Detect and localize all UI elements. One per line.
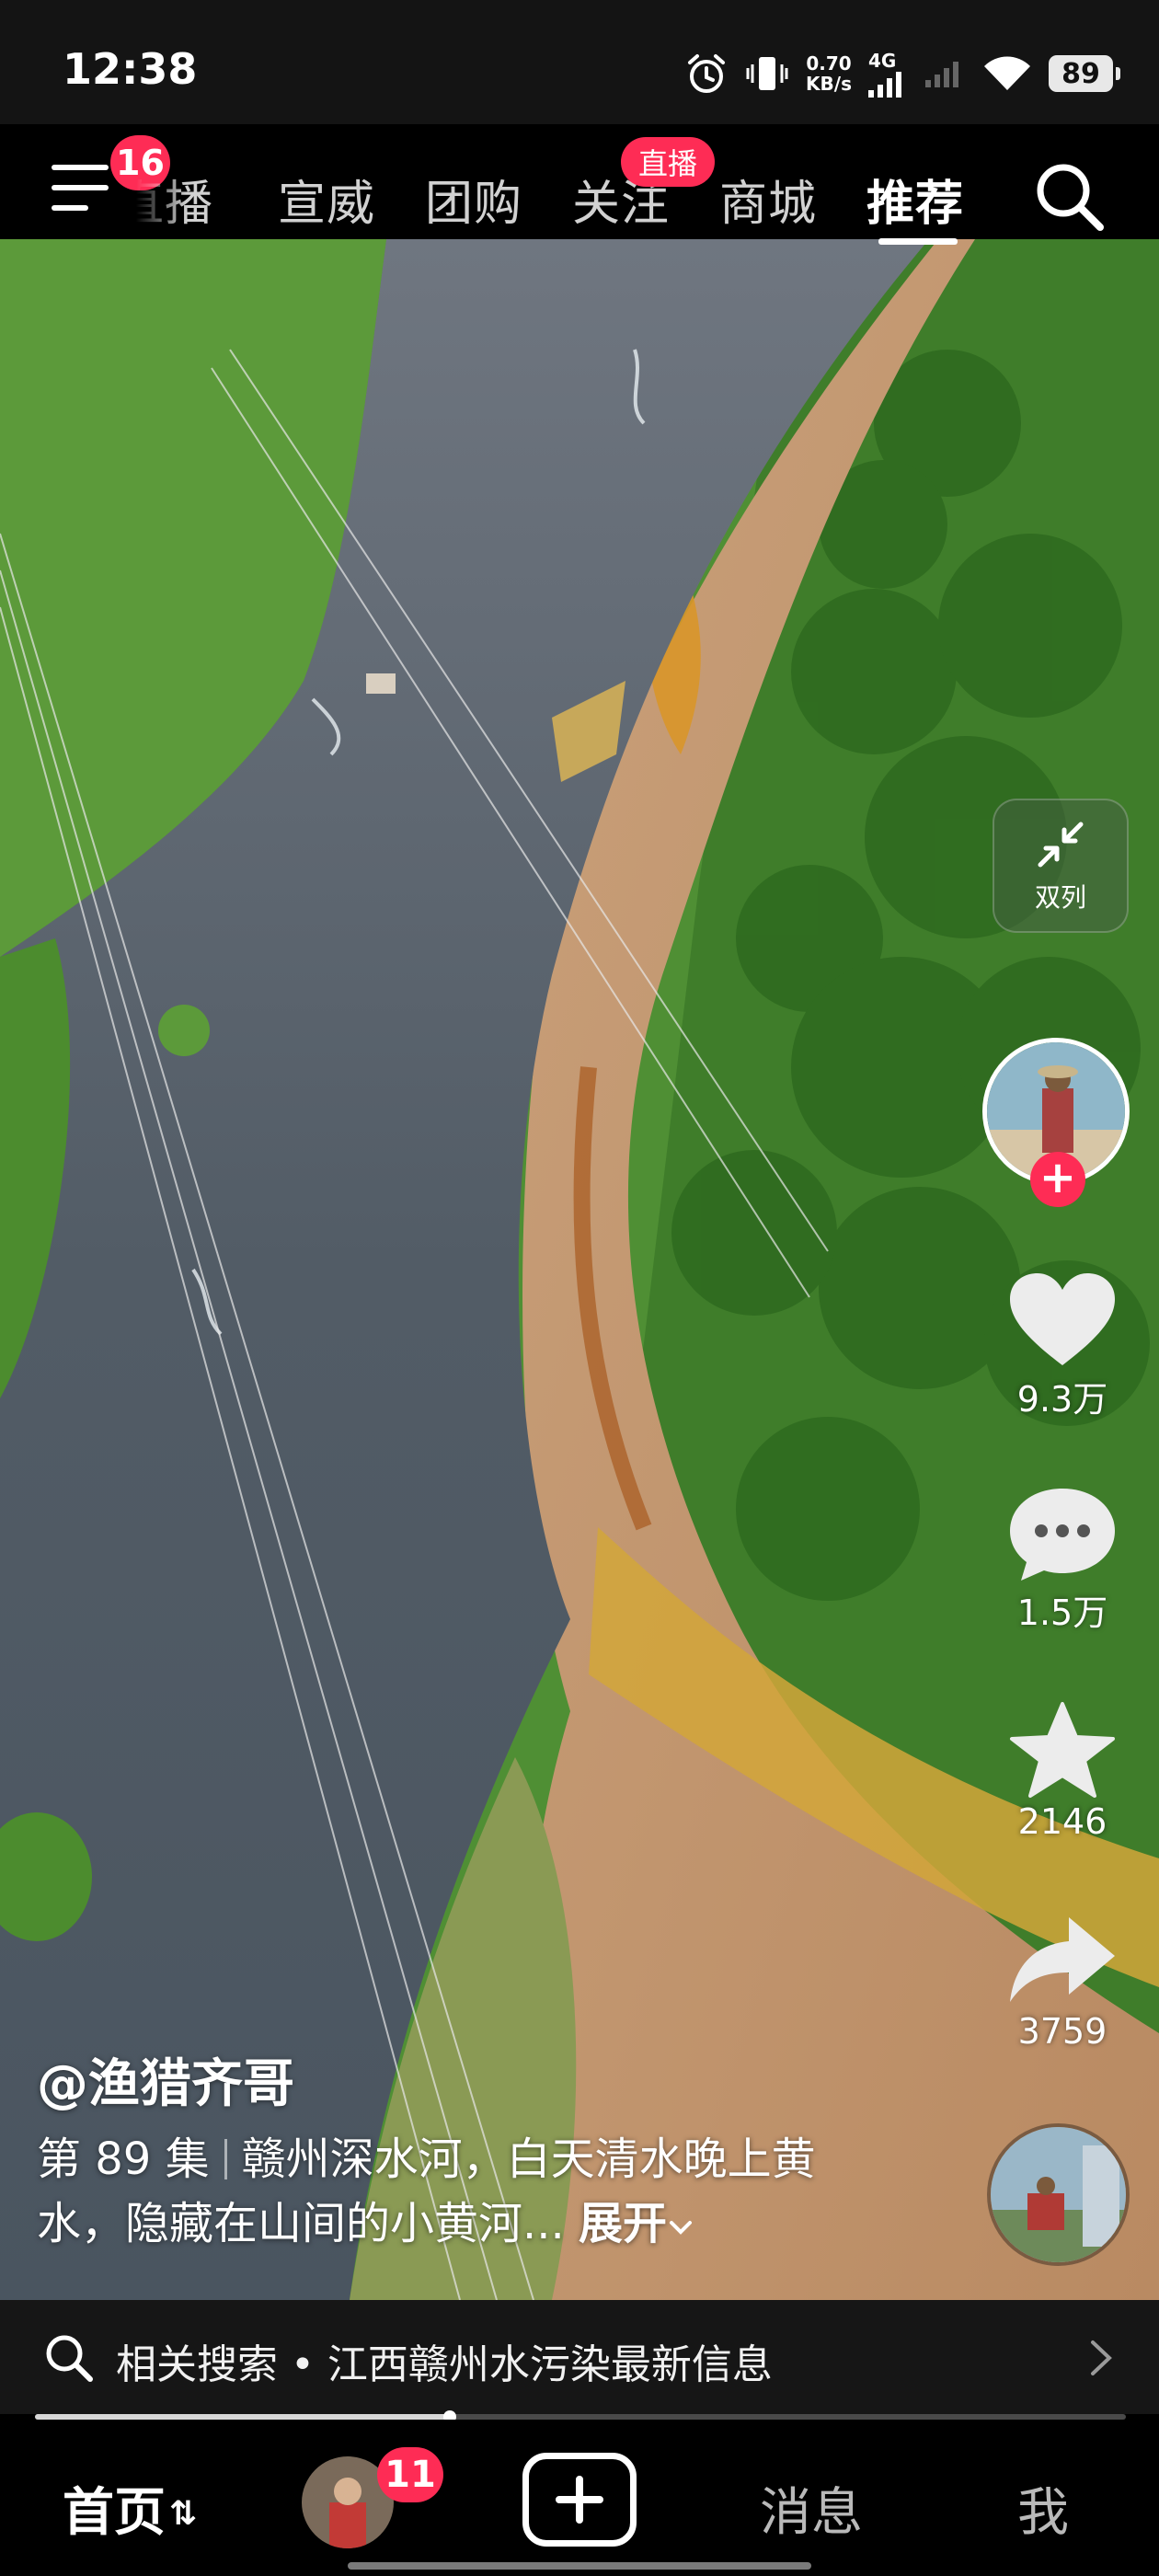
- tab-mall[interactable]: 商城: [719, 165, 817, 234]
- create-button[interactable]: [522, 2453, 637, 2547]
- favorite-count: 2146: [1017, 1801, 1107, 1842]
- heart-icon: [1010, 1273, 1115, 1365]
- share-count: 3759: [1017, 2011, 1107, 2052]
- swap-icon: ⇅: [169, 2495, 198, 2533]
- tab-recommended[interactable]: 推荐: [866, 165, 964, 234]
- follow-button[interactable]: +: [1030, 1152, 1085, 1207]
- alarm-icon: [688, 54, 726, 93]
- nav-messages[interactable]: 消息: [760, 2471, 863, 2546]
- related-search-bar[interactable]: 相关搜索 • 江西赣州水污染最新信息: [0, 2300, 1159, 2414]
- menu-icon-line: [52, 205, 88, 211]
- music-disc[interactable]: [987, 2123, 1130, 2266]
- like-button[interactable]: 9.3万: [1003, 1270, 1122, 1421]
- wifi-icon: [984, 56, 1030, 90]
- author-name[interactable]: @渔猎齐哥: [37, 2042, 294, 2117]
- status-time: 12:38: [63, 44, 198, 94]
- signal-icon: [868, 72, 901, 98]
- video-frame-aerial-river: [0, 239, 1159, 2300]
- battery-icon: 89: [1049, 55, 1120, 92]
- comment-count: 1.5万: [1016, 1593, 1108, 1633]
- bottom-nav: 首页 ⇅ 11 消息 我: [0, 2420, 1159, 2576]
- episode-label: 第 89 集: [37, 2133, 210, 2185]
- status-bar: 12:38 0.70 KB/s 4G 89: [0, 0, 1159, 124]
- home-indicator: [348, 2562, 811, 2570]
- menu-button[interactable]: [52, 163, 109, 218]
- chevron-down-icon: [670, 2221, 693, 2235]
- like-count: 9.3万: [1016, 1379, 1108, 1420]
- status-icons: 0.70 KB/s 4G 89: [684, 48, 1120, 99]
- vibrate-icon: [746, 57, 788, 90]
- comment-icon: [1010, 1489, 1115, 1581]
- chevron-right-icon: [1091, 2340, 1112, 2375]
- nav-home-label: 首页: [63, 2483, 166, 2543]
- search-icon[interactable]: [1032, 159, 1106, 233]
- top-nav: 16 直播 宣威 团购 关注 直播 商城 推荐: [0, 124, 1159, 245]
- dual-column-button[interactable]: 双列: [993, 799, 1129, 933]
- network-speed-unit: KB/s: [806, 73, 852, 95]
- menu-icon-line: [52, 165, 109, 170]
- search-icon: [46, 2335, 93, 2382]
- nav-me[interactable]: 我: [1017, 2471, 1069, 2546]
- network-speed: 0.70 KB/s: [806, 53, 852, 94]
- plus-icon: [556, 2476, 603, 2524]
- live-badge: 直播: [621, 137, 715, 187]
- video-player[interactable]: [0, 239, 1159, 2300]
- video-caption[interactable]: 第 89 集赣州深水河，白天清水晚上黄水，隐藏在山间的小黄河... 展开: [37, 2127, 846, 2256]
- expand-caption-button[interactable]: 展开: [579, 2198, 694, 2249]
- expand-label: 展开: [579, 2198, 668, 2249]
- tab-local[interactable]: 宣威: [278, 165, 375, 234]
- network-type: 4G: [868, 50, 897, 72]
- share-arrow-icon: [1010, 1917, 1115, 2002]
- tab-group-buy[interactable]: 团购: [425, 165, 522, 234]
- tab-live[interactable]: 直播: [136, 165, 228, 234]
- nav-home[interactable]: 首页 ⇅: [63, 2471, 197, 2546]
- share-button[interactable]: 3759: [1003, 1910, 1122, 2052]
- mobile-signal: 4G: [868, 50, 905, 98]
- comment-button[interactable]: 1.5万: [1003, 1483, 1122, 1635]
- collapse-arrows-icon: [1038, 822, 1084, 868]
- dual-column-label: 双列: [1034, 882, 1086, 913]
- favorite-button[interactable]: 2146: [1003, 1700, 1122, 1842]
- menu-icon-line: [52, 185, 109, 190]
- related-search-text: 相关搜索 • 江西赣州水污染最新信息: [116, 2341, 773, 2388]
- friends-notification-badge: 11: [377, 2447, 443, 2502]
- caption-separator: [224, 2139, 227, 2179]
- signal-empty-icon: [925, 62, 958, 87]
- star-icon: [1010, 1702, 1115, 1798]
- active-tab-indicator: [878, 238, 958, 245]
- network-speed-value: 0.70: [806, 52, 852, 75]
